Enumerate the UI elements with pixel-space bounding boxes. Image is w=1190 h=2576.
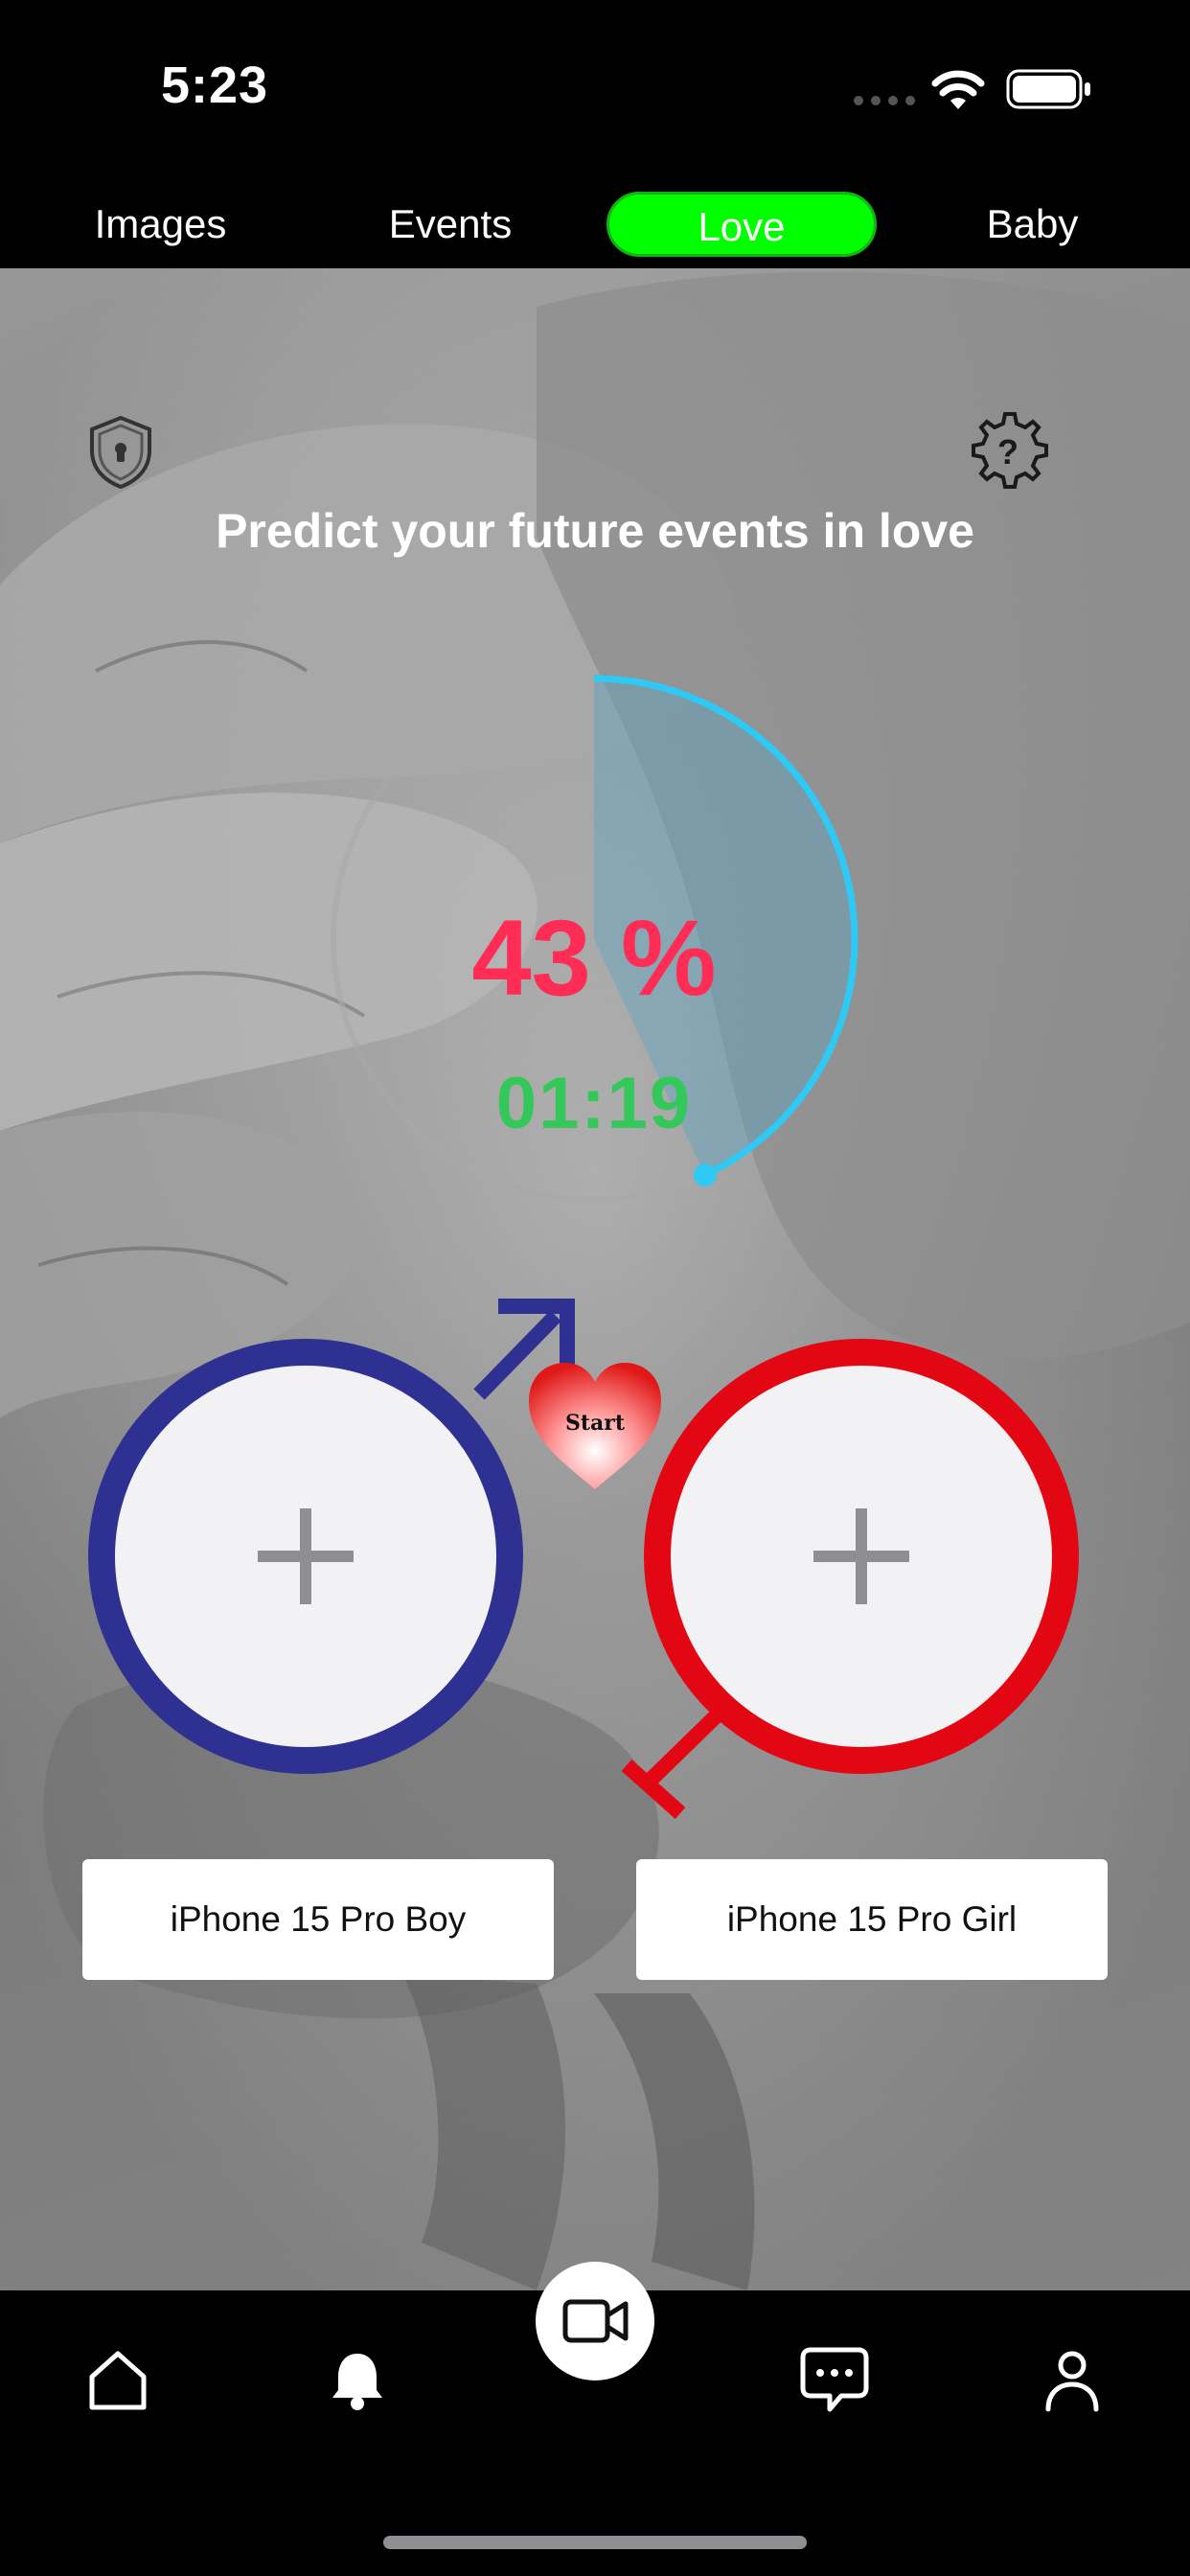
background-photo	[0, 268, 1190, 2290]
home-icon[interactable]	[84, 2348, 151, 2413]
female-symbol-icon	[621, 1710, 722, 1819]
svg-text:?: ?	[997, 432, 1018, 472]
start-button[interactable]: Start	[525, 1359, 665, 1493]
girl-photo-slot[interactable]	[644, 1339, 1079, 1774]
video-button[interactable]	[536, 2262, 654, 2380]
headline: Predict your future events in love	[216, 504, 974, 558]
plus-icon	[813, 1508, 909, 1604]
progress-percent: 43 %	[471, 898, 717, 1018]
progress-knob	[693, 1163, 717, 1187]
chat-icon[interactable]	[799, 2346, 870, 2415]
girl-name-button[interactable]: iPhone 15 Pro Girl	[636, 1859, 1108, 1980]
tab-baby[interactable]: Baby	[944, 192, 1121, 257]
status-time: 5:23	[161, 57, 269, 114]
gear-question-icon[interactable]: ?	[966, 410, 1048, 493]
tab-love[interactable]: Love	[606, 192, 877, 257]
bell-icon[interactable]	[331, 2350, 384, 2411]
start-label: Start	[564, 1411, 626, 1436]
tab-events[interactable]: Events	[350, 192, 551, 257]
battery-icon	[1006, 69, 1090, 109]
home-indicator	[383, 2536, 807, 2549]
wifi-icon	[931, 70, 985, 109]
profile-icon[interactable]	[1044, 2350, 1100, 2413]
tab-images[interactable]: Images	[57, 192, 263, 257]
status-bar: 5:23	[0, 0, 1190, 182]
boy-name-button[interactable]: iPhone 15 Pro Boy	[82, 1859, 554, 1980]
countdown-timer: 01:19	[495, 1063, 693, 1144]
shield-lock-icon[interactable]	[86, 414, 155, 489]
video-camera-icon	[562, 2299, 629, 2343]
boy-photo-slot[interactable]	[88, 1339, 523, 1774]
cellular-signal-icon	[854, 96, 915, 105]
plus-icon	[258, 1508, 354, 1604]
